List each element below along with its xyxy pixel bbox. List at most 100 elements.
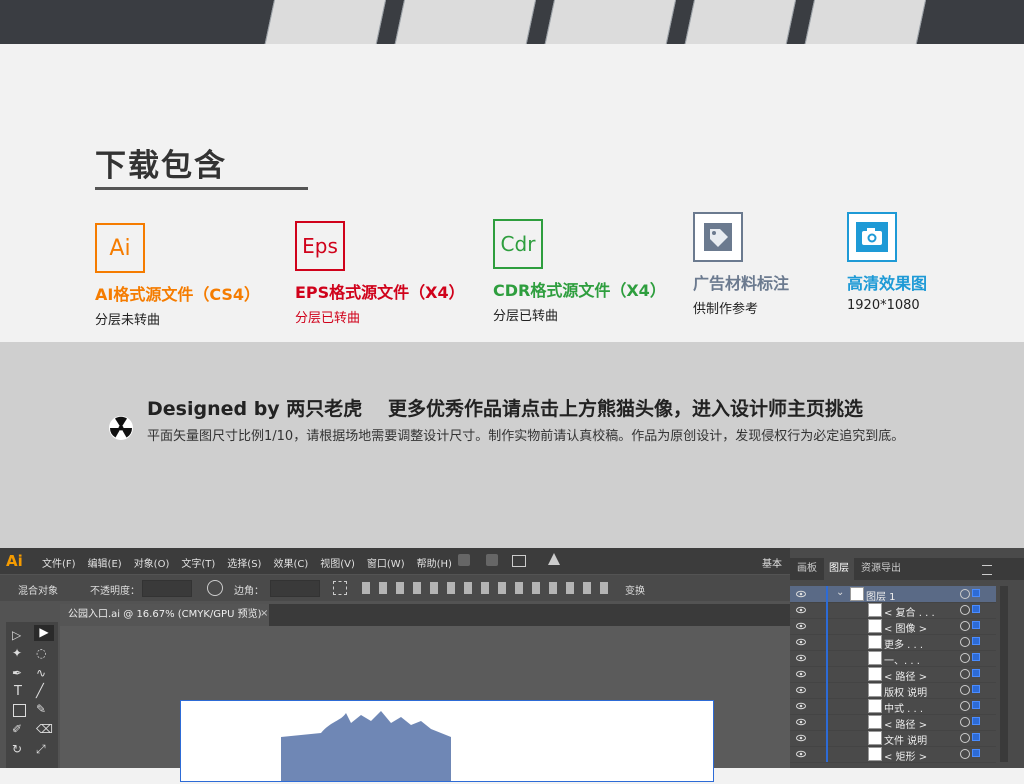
- layer-row[interactable]: 中式 . . .: [790, 698, 996, 715]
- lasso-tool-icon[interactable]: ◌: [36, 646, 46, 660]
- target-icon[interactable]: [960, 605, 970, 615]
- menu-view[interactable]: 视图(V): [320, 555, 355, 570]
- gate-artwork-preview: [281, 711, 451, 781]
- layer-row[interactable]: 文件 说明: [790, 730, 996, 747]
- item-subtitle: 分层已转曲: [295, 311, 361, 326]
- selection-indicator[interactable]: [972, 685, 980, 693]
- target-icon[interactable]: [960, 637, 970, 647]
- selection-indicator[interactable]: [972, 749, 980, 757]
- selection-indicator[interactable]: [972, 717, 980, 725]
- target-icon[interactable]: [960, 701, 970, 711]
- target-icon[interactable]: [960, 733, 970, 743]
- canvas-area[interactable]: [60, 626, 790, 782]
- selection-indicator[interactable]: [972, 733, 980, 741]
- tab-layers[interactable]: 图层: [824, 558, 854, 580]
- align-icons[interactable]: [362, 582, 612, 594]
- target-icon[interactable]: [960, 653, 970, 663]
- eye-icon[interactable]: [796, 589, 806, 599]
- eye-icon[interactable]: [796, 669, 806, 679]
- target-icon[interactable]: [960, 589, 970, 599]
- selection-indicator[interactable]: [972, 653, 980, 661]
- layer-name: < 复合 . . .: [884, 608, 935, 619]
- menu-select[interactable]: 选择(S): [227, 555, 261, 570]
- opacity-label: 不透明度：: [90, 586, 140, 597]
- workspace-switcher[interactable]: 基本: [762, 555, 782, 570]
- selection-indicator[interactable]: [972, 589, 980, 597]
- ai-file-icon: Ai: [95, 223, 145, 273]
- eye-icon[interactable]: [796, 621, 806, 631]
- selection-indicator[interactable]: [972, 637, 980, 645]
- eye-icon[interactable]: [796, 701, 806, 711]
- type-tool-icon[interactable]: T: [14, 684, 22, 699]
- target-icon[interactable]: [960, 717, 970, 727]
- menu-effect[interactable]: 效果(C): [273, 555, 308, 570]
- layer-row[interactable]: < 路径 >: [790, 714, 996, 731]
- layer-thumbnail: [868, 715, 882, 729]
- document-tab[interactable]: 公园入口.ai @ 16.67% (CMYK/GPU 预览): [60, 604, 270, 626]
- layer-row[interactable]: < 矩形 >: [790, 746, 996, 763]
- tab-asset-export[interactable]: 资源导出: [856, 558, 906, 580]
- arrange-documents-icon[interactable]: [512, 555, 526, 567]
- layer-row[interactable]: 更多 . . .: [790, 634, 996, 651]
- item-title: 高清效果图: [847, 274, 928, 293]
- target-icon[interactable]: [960, 669, 970, 679]
- shaper-tool-icon[interactable]: ✐: [12, 722, 22, 736]
- item-title: AI格式源文件（CS4）: [95, 285, 261, 304]
- close-tab-icon[interactable]: ×: [260, 608, 268, 619]
- selection-tool-icon[interactable]: ▷: [12, 628, 21, 642]
- pen-tool-icon[interactable]: ✒: [12, 666, 22, 680]
- menu-type[interactable]: 文字(T): [181, 555, 215, 570]
- layer-name: < 图像 >: [884, 624, 928, 635]
- rectangle-tool-icon[interactable]: [13, 704, 26, 717]
- menu-file[interactable]: 文件(F): [42, 555, 76, 570]
- target-icon[interactable]: [960, 621, 970, 631]
- item-hd-render: 高清效果图 1920*1080: [847, 212, 927, 313]
- panel-menu-icon[interactable]: [982, 565, 992, 575]
- target-icon[interactable]: [960, 749, 970, 759]
- chevron-down-icon[interactable]: ⌄: [836, 587, 844, 598]
- tab-artboards[interactable]: 画板: [792, 558, 822, 580]
- layer-row[interactable]: < 路径 >: [790, 666, 996, 683]
- eye-icon[interactable]: [796, 749, 806, 759]
- menu-edit[interactable]: 编辑(E): [88, 555, 122, 570]
- selection-indicator[interactable]: [972, 669, 980, 677]
- layer-row[interactable]: < 图像 >: [790, 618, 996, 635]
- scale-tool-icon[interactable]: ⤢: [36, 742, 46, 757]
- selection-indicator[interactable]: [972, 605, 980, 613]
- line-tool-icon[interactable]: ╱: [36, 684, 44, 699]
- recolor-icon[interactable]: [207, 580, 223, 596]
- eye-icon[interactable]: [796, 717, 806, 727]
- layer-thumbnail: [868, 635, 882, 649]
- transform-button[interactable]: 变换: [625, 582, 645, 597]
- menu-object[interactable]: 对象(O): [134, 555, 170, 570]
- eraser-tool-icon[interactable]: ⌫: [36, 722, 53, 736]
- align-to-selection-icon[interactable]: [333, 581, 347, 595]
- layer-row[interactable]: 一、. . .: [790, 650, 996, 667]
- selection-indicator[interactable]: [972, 621, 980, 629]
- eye-icon[interactable]: [796, 605, 806, 615]
- artboard[interactable]: [180, 700, 714, 782]
- corner-field[interactable]: [270, 580, 320, 597]
- eye-icon[interactable]: [796, 653, 806, 663]
- opacity-field[interactable]: [142, 580, 192, 597]
- layer-row[interactable]: < 复合 . . .: [790, 602, 996, 619]
- gpu-performance-icon[interactable]: [548, 553, 560, 565]
- object-type-label: 混合对象: [18, 586, 58, 597]
- eye-icon[interactable]: [796, 637, 806, 647]
- bridge-icon[interactable]: [458, 554, 470, 566]
- curvature-tool-icon[interactable]: ∿: [36, 666, 46, 680]
- paintbrush-tool-icon[interactable]: ✎: [36, 702, 46, 716]
- stock-icon[interactable]: [486, 554, 498, 566]
- eye-icon[interactable]: [796, 685, 806, 695]
- panel-scrollbar[interactable]: [1000, 586, 1008, 762]
- selection-indicator[interactable]: [972, 701, 980, 709]
- layer-row[interactable]: ⌄ 图层 1: [790, 586, 996, 603]
- rotate-tool-icon[interactable]: ↻: [12, 742, 22, 756]
- eye-icon[interactable]: [796, 733, 806, 743]
- menu-window[interactable]: 窗口(W): [367, 555, 405, 570]
- magic-wand-tool-icon[interactable]: ✦: [12, 646, 22, 660]
- layer-row[interactable]: 版权 说明: [790, 682, 996, 699]
- target-icon[interactable]: [960, 685, 970, 695]
- direct-selection-tool-icon[interactable]: ▶: [34, 625, 54, 641]
- menu-help[interactable]: 帮助(H): [417, 555, 452, 570]
